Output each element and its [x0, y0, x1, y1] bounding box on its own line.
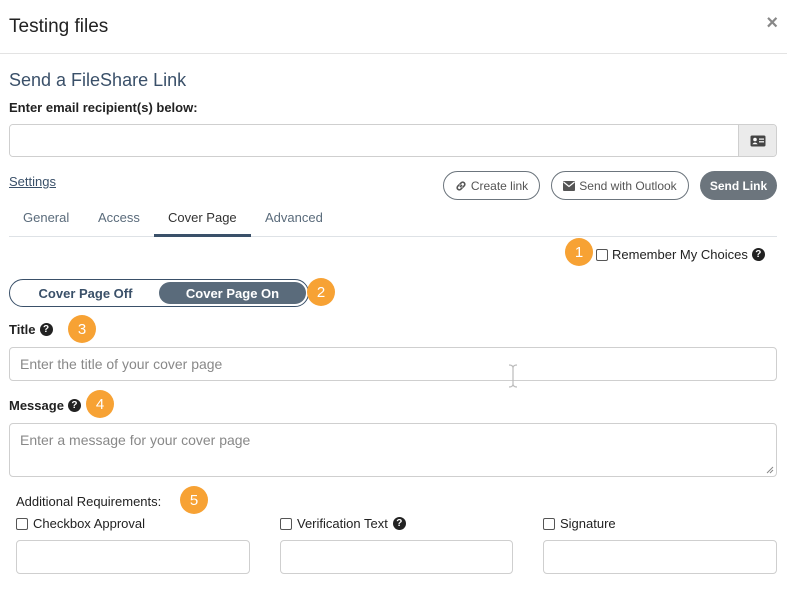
help-icon[interactable]: ?: [392, 517, 406, 530]
verification-text-label: Verification Text: [297, 516, 388, 531]
text-cursor-icon: [508, 364, 518, 388]
remember-my-choices: Remember My Choices ?: [596, 247, 765, 262]
send-link-button[interactable]: Send Link: [700, 171, 777, 200]
callout-badge-2: 2: [307, 278, 335, 306]
send-with-outlook-button[interactable]: Send with Outlook: [551, 171, 689, 200]
checkbox-approval-input[interactable]: [16, 540, 250, 574]
verification-text-input[interactable]: [280, 540, 513, 574]
signature-input[interactable]: [543, 540, 777, 574]
message-label: Message: [9, 398, 64, 413]
tab-cover-page[interactable]: Cover Page: [168, 210, 237, 225]
checkbox-approval-option: Checkbox Approval: [16, 516, 145, 531]
tab-general[interactable]: General: [23, 210, 69, 225]
cover-message-textarea[interactable]: Enter a message for your cover page: [9, 423, 777, 477]
active-tab-indicator: [154, 234, 251, 237]
signature-option: Signature: [543, 516, 616, 531]
link-icon: [456, 180, 466, 191]
section-title: Send a FileShare Link: [9, 70, 187, 90]
callout-badge-4: 4: [86, 390, 114, 418]
recipient-label: Enter email recipient(s) below:: [9, 100, 198, 115]
tab-access[interactable]: Access: [98, 210, 140, 225]
cover-message-placeholder: Enter a message for your cover page: [20, 432, 251, 448]
settings-tabs: General Access Cover Page Advanced: [9, 200, 777, 237]
verification-text-option: Verification Text ?: [280, 516, 406, 531]
cover-title-input[interactable]: Enter the title of your cover page: [9, 347, 777, 381]
resize-handle-icon[interactable]: [766, 466, 774, 474]
close-icon[interactable]: ×: [766, 13, 778, 33]
title-field-label: Title ?: [9, 322, 53, 337]
tab-advanced[interactable]: Advanced: [265, 210, 323, 225]
address-card-icon: [750, 135, 765, 146]
help-icon[interactable]: ?: [751, 248, 765, 261]
checkbox-approval-label: Checkbox Approval: [33, 516, 146, 531]
recipient-input[interactable]: [10, 125, 738, 156]
address-card-button[interactable]: [738, 125, 776, 156]
cover-title-placeholder: Enter the title of your cover page: [20, 356, 223, 372]
callout-badge-1: 1: [565, 238, 593, 266]
remember-label: Remember My Choices: [612, 247, 748, 262]
message-field-label: Message ?: [9, 398, 81, 413]
modal-title: Testing files: [9, 16, 109, 37]
send-with-outlook-label: Send with Outlook: [579, 178, 677, 193]
verification-text-checkbox[interactable]: [280, 517, 292, 530]
create-link-label: Create link: [470, 178, 529, 193]
callout-badge-3: 3: [68, 315, 96, 343]
recipient-input-group: [9, 124, 777, 157]
help-icon[interactable]: ?: [39, 323, 53, 336]
signature-label: Signature: [560, 516, 616, 531]
callout-badge-5: 5: [180, 486, 208, 514]
title-label: Title: [9, 322, 36, 337]
create-link-button[interactable]: Create link: [443, 171, 540, 200]
cover-page-on-option[interactable]: Cover Page On: [159, 282, 306, 304]
additional-requirements-label: Additional Requirements:: [16, 494, 162, 509]
remember-checkbox[interactable]: [596, 248, 608, 261]
checkbox-approval-checkbox[interactable]: [16, 517, 28, 530]
envelope-icon: [563, 180, 576, 191]
cover-page-toggle: Cover Page Off Cover Page On: [9, 279, 309, 307]
modal-header: Testing files ×: [0, 0, 787, 54]
help-icon[interactable]: ?: [67, 399, 81, 412]
cover-page-off-option[interactable]: Cover Page Off: [12, 282, 159, 304]
signature-checkbox[interactable]: [543, 517, 555, 530]
settings-link[interactable]: Settings: [9, 174, 56, 189]
